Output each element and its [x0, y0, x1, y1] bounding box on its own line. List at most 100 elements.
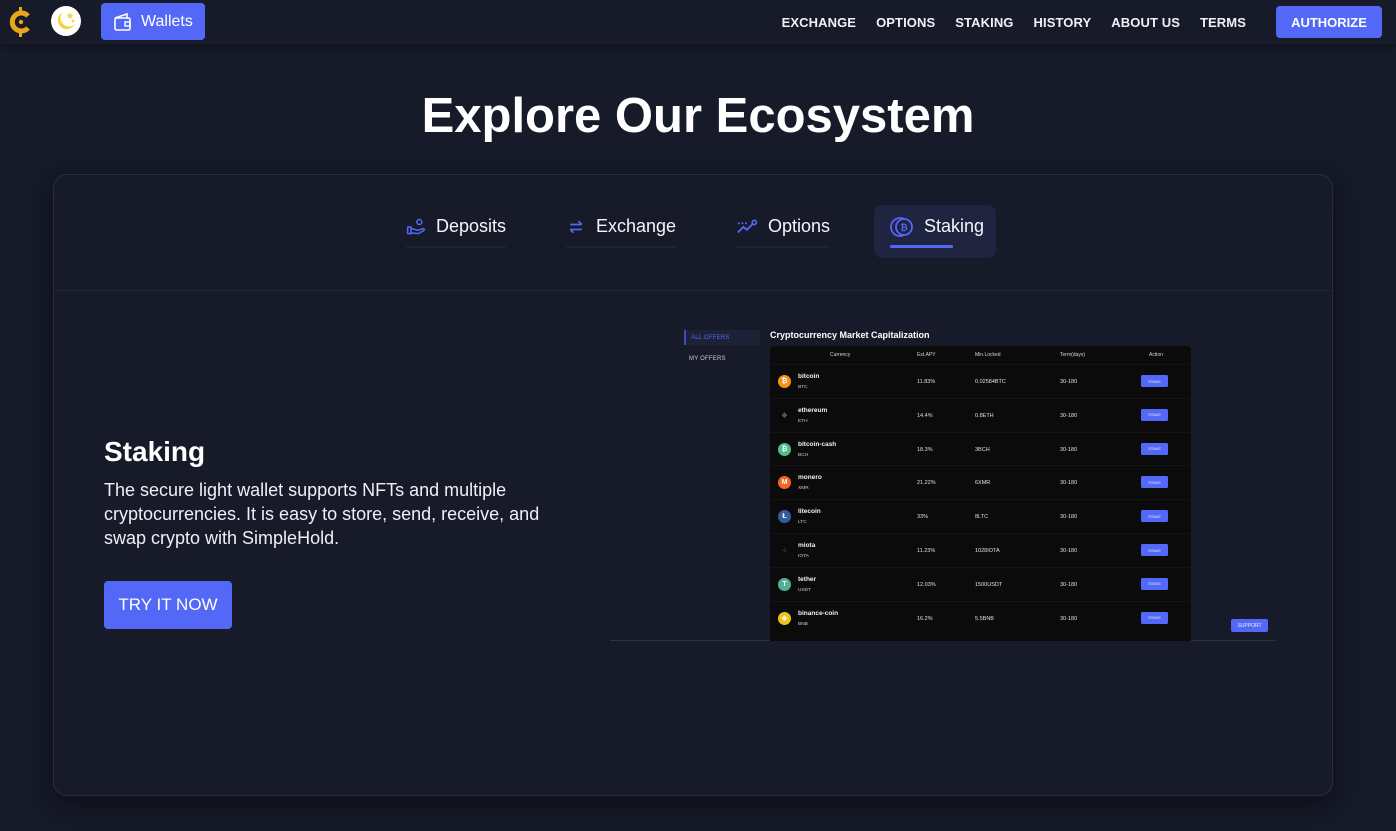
preview-staking-table: Currency Est.APY Min.Locked Term(days) A…: [770, 346, 1191, 641]
preview-table-row: Łlitecoin LTC 33% 8LTC 30-180 STAKE: [770, 499, 1191, 533]
preview-stake-button: STAKE: [1141, 476, 1168, 489]
nav-staking[interactable]: STAKING: [955, 15, 1013, 30]
page-title: Explore Our Ecosystem: [421, 89, 975, 143]
min-locked-value: 5.5BNB: [975, 615, 994, 622]
column-header-min-locked: Min.Locked: [975, 352, 1001, 358]
apy-value: 12.03%: [917, 581, 936, 588]
svg-text:₿: ₿: [900, 223, 907, 234]
coin-name: miota: [798, 542, 816, 549]
apy-value: 11.83%: [917, 379, 936, 385]
try-it-now-button[interactable]: TRY IT NOW: [104, 581, 232, 629]
term-value: 30-180: [1060, 480, 1078, 487]
coin-symbol: ETH: [798, 418, 808, 424]
tab-underline: [736, 246, 830, 248]
tab-deposits[interactable]: Deposits: [406, 205, 506, 258]
hand-coin-icon: [406, 218, 425, 235]
column-header-currency: Currency: [830, 352, 851, 358]
coin-name: monero: [798, 474, 822, 482]
wallets-button[interactable]: Wallets: [101, 3, 205, 40]
coin-litecoin-icon: Ł: [778, 510, 791, 524]
preview-table-row: Ttether USDT 12.03% 1500USDT 30-180 STAKE: [770, 566, 1191, 601]
top-navigation-bar: Wallets EXCHANGE OPTIONS STAKING HISTORY…: [0, 0, 1396, 44]
apy-value: 18.3%: [917, 446, 933, 453]
coin-c-logo-icon[interactable]: [9, 7, 33, 37]
min-locked-value: 0.8ETH: [975, 412, 994, 419]
min-locked-value: 0.02584BTC: [975, 379, 1006, 385]
coin-symbol: IOTA: [798, 554, 809, 559]
bitcoin-coins-icon: ₿: [890, 217, 913, 237]
tab-staking[interactable]: ₿ Staking: [874, 205, 996, 258]
tab-underline: [406, 246, 506, 248]
swap-arrows-icon: [569, 220, 583, 234]
feature-description: The secure light wallet supports NFTs an…: [104, 480, 540, 548]
wallets-label: Wallets: [141, 12, 193, 30]
main-nav: EXCHANGE OPTIONS STAKING HISTORY ABOUT U…: [782, 0, 1396, 44]
min-locked-value: 1500USDT: [975, 581, 1003, 588]
theme-toggle-button[interactable]: [51, 6, 81, 36]
term-value: 30-180: [1060, 581, 1078, 588]
coin-name: tether: [798, 575, 817, 583]
apy-value: 14.4%: [917, 412, 933, 419]
coin-symbol: XMR: [798, 486, 809, 492]
coin-tether-icon: T: [778, 577, 791, 591]
feature-tabs: Deposits Exchange Options ₿ Staking: [54, 175, 1332, 291]
tab-exchange[interactable]: Exchange: [566, 205, 676, 258]
coin-miota-icon: ⁘: [778, 544, 791, 557]
min-locked-value: 3BCH: [975, 446, 990, 453]
tab-exchange-label: Exchange: [595, 216, 676, 236]
coin-name: binance-coin: [798, 609, 839, 617]
coin-bitcoin-cash-icon: ₿: [778, 442, 791, 456]
column-header-action: Action: [1149, 352, 1163, 358]
nav-about-us[interactable]: ABOUT US: [1111, 15, 1180, 30]
term-value: 30-180: [1060, 514, 1078, 521]
preview-all-offers: ALL OFFERS: [684, 330, 760, 345]
authorize-button[interactable]: AUTHORIZE: [1276, 6, 1382, 38]
coin-symbol: BCH: [798, 452, 809, 458]
nav-terms[interactable]: TERMS: [1200, 15, 1246, 30]
coin-name: ethereum: [798, 406, 828, 414]
term-value: 30-180: [1060, 379, 1078, 385]
coin-symbol: BTC: [798, 385, 808, 390]
preview-stake-button: STAKE: [1141, 408, 1168, 421]
apy-value: 21.22%: [917, 480, 936, 487]
min-locked-value: 6XMR: [975, 480, 991, 487]
coin-symbol: LTC: [798, 520, 807, 526]
preview-table-row: ◆ ethereum ETH 14.4% 0.8ETH 30-180 STAKE: [770, 397, 1191, 432]
preview-table-row: ⁘ miota IOTA 11.23% 1028IOTA 30-180 STAKE: [770, 533, 1191, 567]
preview-my-offers: MY OFFERS: [689, 355, 726, 362]
apy-value: 33%: [917, 514, 929, 521]
term-value: 30-180: [1060, 446, 1078, 453]
nav-options[interactable]: OPTIONS: [876, 15, 935, 30]
staking-preview-screenshot: ALL OFFERS MY OFFERS Cryptocurrency Mark…: [610, 323, 1276, 641]
term-value: 30-180: [1060, 412, 1078, 419]
tab-options[interactable]: Options: [736, 205, 830, 258]
preview-stake-button: STAKE: [1141, 510, 1168, 523]
min-locked-value: 1028IOTA: [975, 548, 1000, 554]
tab-staking-label: Staking: [924, 216, 985, 236]
term-value: 30-180: [1060, 615, 1078, 622]
trend-chart-icon: [737, 219, 758, 234]
min-locked-value: 8LTC: [975, 514, 989, 521]
preview-table-row: ◈ binance-coin BNB 16.2% 5.5BNB 30-180 STAKE: [770, 600, 1191, 635]
preview-table-row: Mmonero XMR 21.22% 6XMR 30-180 STAKE: [770, 465, 1191, 499]
term-value: 30-180: [1060, 548, 1078, 554]
preview-stake-button: STAKE: [1141, 611, 1168, 624]
coin-symbol: USDT: [798, 587, 812, 593]
tab-deposits-label: Deposits: [435, 216, 506, 236]
column-header-apy: Est.APY: [917, 352, 936, 358]
coin-name: litecoin: [798, 508, 821, 516]
tab-underline: [566, 246, 676, 248]
nav-exchange[interactable]: EXCHANGE: [782, 15, 856, 30]
nav-history[interactable]: HISTORY: [1034, 15, 1092, 30]
ecosystem-card: Deposits Exchange Options ₿ Staking Stak…: [53, 174, 1333, 796]
coin-name: bitcoin: [798, 373, 820, 380]
preview-table-row: ₿ bitcoin BTC 11.83% 0.02584BTC 30-180 STAKE: [770, 364, 1191, 398]
apy-value: 16.2%: [917, 615, 933, 622]
preview-stake-button: STAKE: [1141, 577, 1168, 590]
preview-stake-button: STAKE: [1141, 544, 1168, 556]
apy-value: 11.23%: [917, 548, 936, 554]
coin-monero-icon: M: [778, 476, 791, 490]
preview-title: Cryptocurrency Market Capitalization: [770, 330, 930, 340]
preview-table-row: ₿ bitcoin-cash BCH 18.3% 3BCH 30-180 STAKE: [770, 431, 1191, 466]
coin-bitcoin-icon: ₿: [778, 375, 791, 388]
